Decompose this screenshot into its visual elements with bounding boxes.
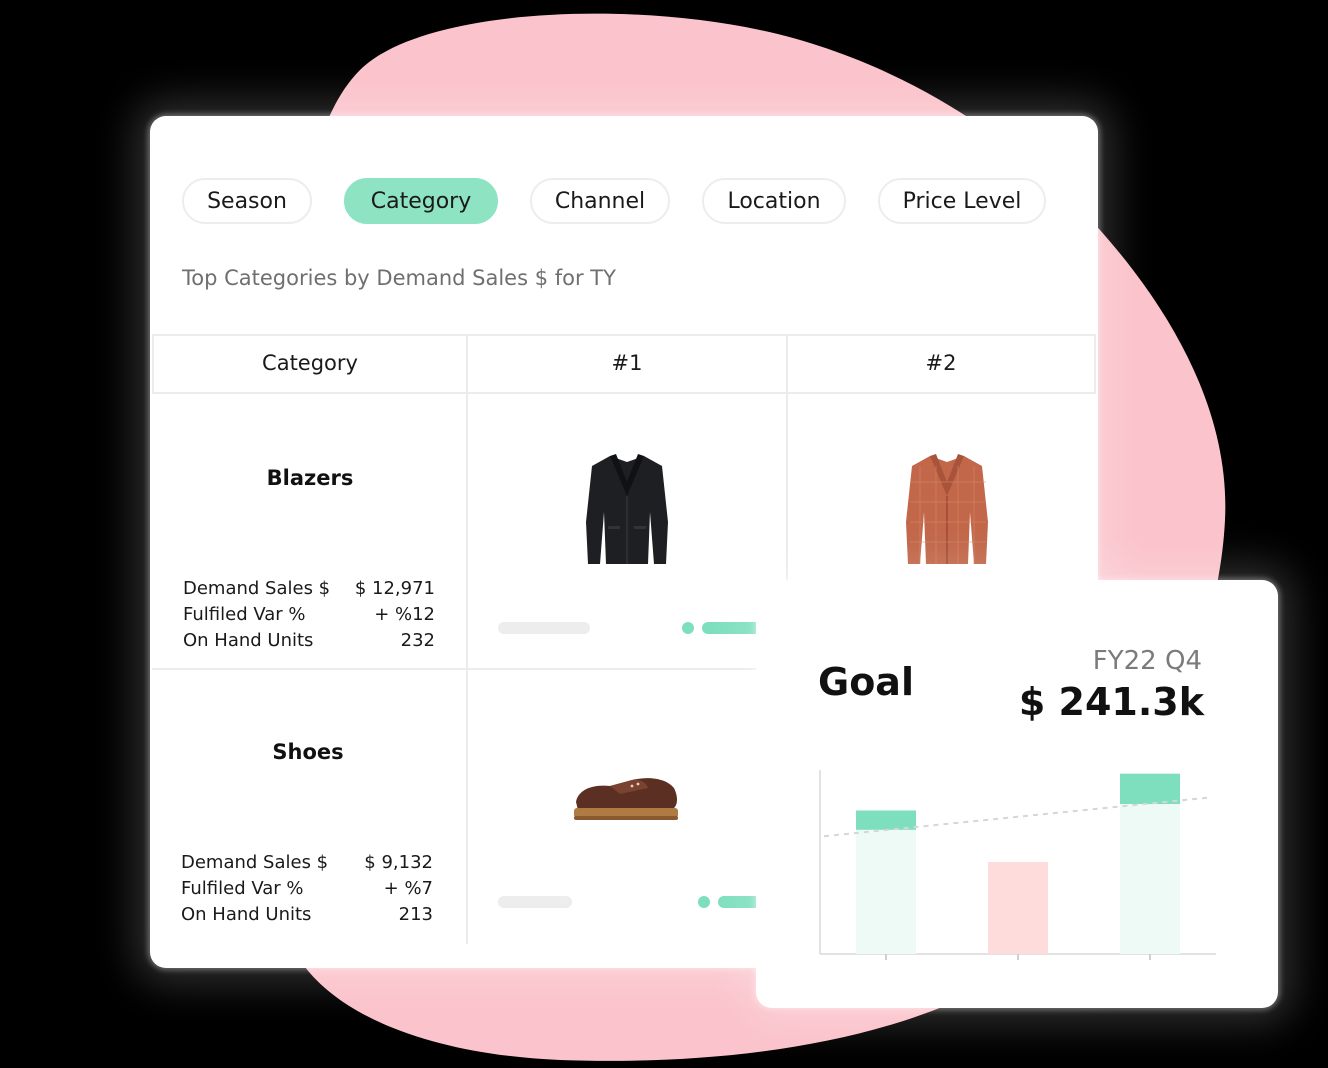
header-rank-2[interactable]: #2: [788, 334, 1094, 392]
filter-chip-season[interactable]: Season: [182, 178, 312, 224]
metric-value-demand-sales: $ 12,971: [354, 578, 435, 599]
brown-boat-shoe-image[interactable]: [570, 772, 682, 826]
metric-value-demand-sales: $ 9,132: [364, 852, 433, 873]
goal-bar-chart: [819, 770, 1216, 960]
metric-label-demand-sales: Demand Sales $: [181, 852, 329, 873]
table-subtitle: Top Categories by Demand Sales $ for TY: [182, 266, 616, 290]
header-rank-1[interactable]: #1: [468, 334, 786, 392]
bar-base: [1120, 804, 1180, 954]
metric-value-fulfiled-var: + %7: [383, 878, 433, 899]
metric-label-on-hand-units: On Hand Units: [183, 630, 314, 651]
filter-chip-price-level[interactable]: Price Level: [878, 178, 1046, 224]
progress-track: [498, 622, 590, 634]
progress-track: [498, 896, 572, 908]
header-divider: [152, 392, 1096, 394]
orange-plaid-blazer-image[interactable]: [900, 452, 994, 568]
progress-dot: [682, 622, 694, 634]
metric-value-fulfiled-var: + %12: [374, 604, 435, 625]
filter-chip-channel[interactable]: Channel: [530, 178, 670, 224]
bar-base: [856, 829, 916, 954]
metric-label-fulfiled-var: Fulfiled Var %: [181, 878, 304, 899]
metric-label-demand-sales: Demand Sales $: [183, 578, 331, 599]
metric-value-on-hand-units: 213: [398, 904, 433, 925]
goal-card: Goal FY22 Q4 $ 241.3k: [756, 580, 1278, 1008]
column-divider-1: [466, 334, 468, 944]
bar-below-target: [988, 862, 1048, 954]
metric-value-on-hand-units: 232: [400, 630, 435, 651]
metric-label-fulfiled-var: Fulfiled Var %: [183, 604, 306, 625]
bar-above-target: [1120, 773, 1180, 805]
black-blazer-image[interactable]: [580, 452, 674, 568]
metric-label-on-hand-units: On Hand Units: [181, 904, 312, 925]
table-right-border: [1094, 334, 1096, 394]
category-name-shoes: Shoes: [272, 740, 344, 764]
header-category[interactable]: Category: [154, 334, 466, 392]
filter-chip-category[interactable]: Category: [344, 178, 498, 224]
category-name-blazers: Blazers: [266, 466, 354, 490]
filter-chip-location[interactable]: Location: [702, 178, 846, 224]
progress-dot: [698, 896, 710, 908]
